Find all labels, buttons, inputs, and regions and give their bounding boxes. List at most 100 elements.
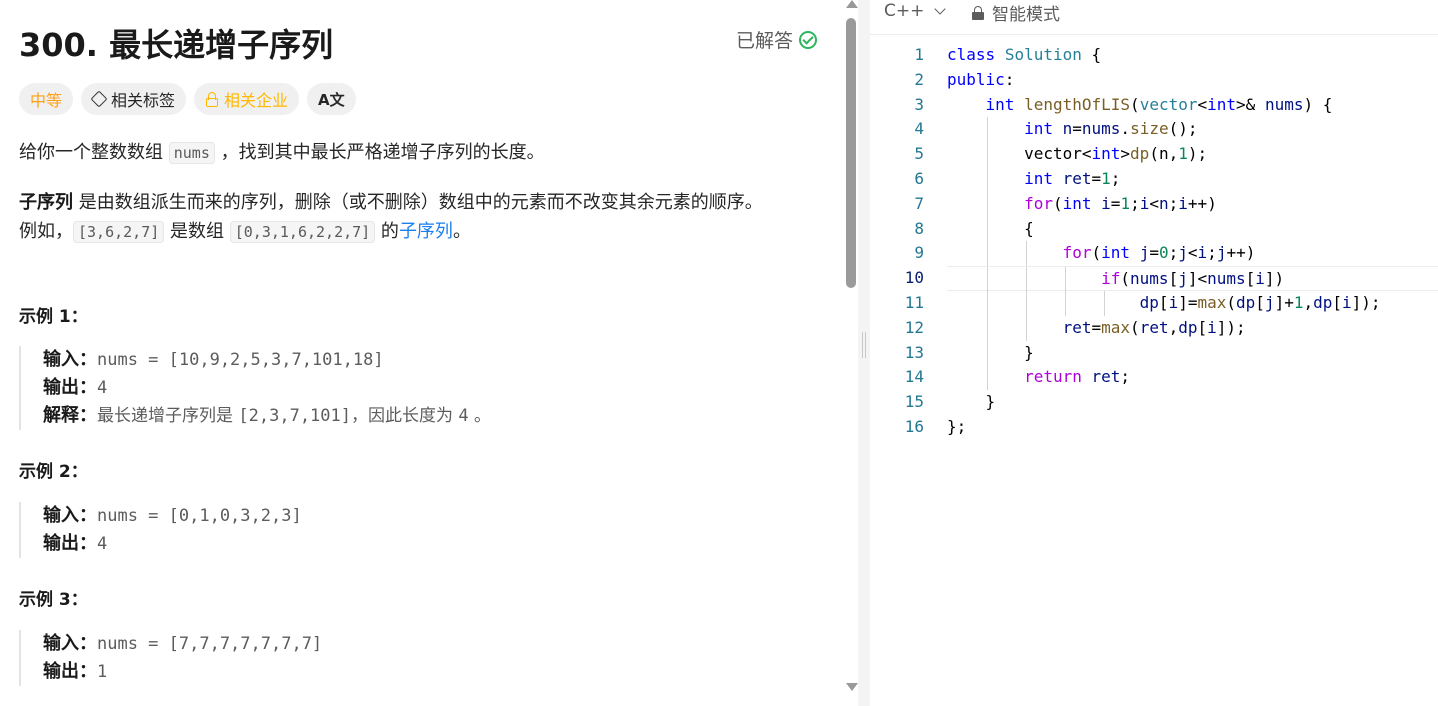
- example-3-block: 输入：nums = [7,7,7,7,7,7,7] 输出：1: [19, 630, 322, 686]
- code-line[interactable]: };: [947, 415, 1438, 440]
- line-number: 1: [914, 45, 924, 64]
- code-line-active[interactable]: if(nums[j]<nums[i]): [947, 266, 1438, 292]
- input-label: 输入：: [43, 349, 97, 370]
- line-number: 15: [904, 392, 924, 412]
- code-line[interactable]: dp[i]=max(dp[j]+1,dp[i]);: [947, 290, 1438, 316]
- scroll-thumb[interactable]: [846, 18, 856, 288]
- drag-handle-icon[interactable]: [862, 332, 866, 358]
- subsequence-link[interactable]: 子序列: [399, 221, 453, 242]
- related-companies-button[interactable]: 相关企业: [194, 83, 300, 115]
- editor-toolbar: C++ 智能模式: [870, 0, 1438, 35]
- line-number: 13: [904, 342, 924, 362]
- problem-title: 300. 最长递增子序列: [19, 26, 334, 64]
- output-label: 输出：: [43, 533, 97, 554]
- code-line[interactable]: }: [947, 390, 1438, 415]
- code-line[interactable]: {: [947, 216, 1438, 242]
- input-value: nums = [7,7,7,7,7,7,7]: [97, 634, 323, 654]
- desc-text: 。: [452, 221, 471, 242]
- tag-icon: [90, 90, 108, 108]
- scroll-up-arrow-icon[interactable]: [846, 0, 858, 8]
- example-1-block: 输入：nums = [10,9,2,5,3,7,101,18] 输出：4 解释：…: [19, 346, 491, 430]
- line-number: 2: [914, 69, 924, 89]
- explain-text: 。: [468, 406, 492, 426]
- code-line[interactable]: vector<int>dp(n,1);: [947, 142, 1438, 167]
- line-number: 16: [904, 416, 924, 436]
- desc-text: 是由数组派生而来的序列，删除（或不删除）数组中的元素而不改变其余元素的顺序。: [73, 192, 763, 213]
- code-line[interactable]: for(int i=1;i<n;i++): [947, 191, 1438, 217]
- line-number: 4: [914, 119, 924, 139]
- example-2-block: 输入：nums = [0,1,0,3,2,3] 输出：4: [19, 502, 302, 558]
- explain-text: ，因此长度为: [351, 406, 459, 426]
- input-value: nums = [0,1,0,3,2,3]: [97, 506, 302, 526]
- chevron-down-icon: [934, 2, 947, 15]
- desc-text: 是数组: [164, 221, 230, 242]
- language-select[interactable]: C++: [884, 1, 947, 21]
- description-line-3: 例如， [3,6,2,7] 是数组 [0,3,1,6,2,2,7] 的子序列。: [19, 217, 471, 247]
- desc-text: ，找到其中最长严格递增子序列的长度。: [214, 142, 545, 163]
- tag-bar: 中等 相关标签 相关企业 A文: [19, 83, 356, 115]
- output-value: 1: [97, 662, 108, 682]
- description-scrollbar[interactable]: [844, 0, 858, 706]
- explain-number: 4: [458, 406, 469, 426]
- desc-text: 例如，: [19, 221, 73, 242]
- line-number: 3: [914, 94, 924, 114]
- line-number: 12: [904, 317, 924, 337]
- line-number: 9: [914, 243, 924, 263]
- line-number: 7: [914, 193, 924, 213]
- related-tags-label: 相关标签: [111, 91, 176, 110]
- code-line[interactable]: }: [947, 340, 1438, 366]
- example-3-title: 示例 3：: [19, 590, 88, 610]
- solved-label: 已解答: [736, 30, 794, 52]
- output-value: 4: [97, 378, 108, 398]
- code-line[interactable]: int n=nums.size();: [947, 117, 1438, 143]
- related-companies-label: 相关企业: [224, 91, 289, 110]
- related-tags-button[interactable]: 相关标签: [81, 83, 187, 115]
- explain-label: 解释：: [43, 405, 97, 426]
- line-number: 5: [914, 144, 924, 164]
- code-line[interactable]: int ret=1;: [947, 166, 1438, 192]
- code-editor[interactable]: 1 class Solution { 2 public: 3 int lengthO…: [870, 43, 1438, 440]
- input-value: nums = [10,9,2,5,3,7,101,18]: [97, 350, 384, 370]
- input-label: 输入：: [43, 505, 97, 526]
- code-line[interactable]: ret=max(ret,dp[i]);: [947, 315, 1438, 341]
- description-line-2: 子序列 是由数组派生而来的序列，删除（或不删除）数组中的元素而不改变其余元素的顺…: [19, 188, 763, 218]
- desc-text: 给你一个整数数组: [19, 142, 169, 163]
- input-label: 输入：: [43, 633, 97, 654]
- code-panel: C++ 智能模式 1 class Solution { 2 public: 3 in…: [870, 0, 1438, 706]
- difficulty-tag[interactable]: 中等: [19, 83, 74, 115]
- code-line[interactable]: public:: [947, 68, 1438, 93]
- subsequence-term: 子序列: [19, 192, 73, 213]
- language-label: C++: [884, 1, 925, 21]
- code-line[interactable]: return ret;: [947, 365, 1438, 391]
- mode-label: 智能模式: [992, 5, 1060, 25]
- lock-icon: [205, 92, 219, 107]
- line-number: 11: [904, 292, 924, 312]
- line-number: 14: [904, 367, 924, 387]
- problem-panel: 300. 最长递增子序列 已解答 中等 相关标签 相关企业 A文 给你一个整数数…: [0, 0, 844, 706]
- example-1-title: 示例 1：: [19, 307, 88, 327]
- description-line-1: 给你一个整数数组 nums ，找到其中最长严格递增子序列的长度。: [19, 138, 545, 168]
- check-circle-icon: [799, 30, 818, 49]
- translate-icon: A文: [318, 90, 345, 109]
- inline-code: [3,6,2,7]: [73, 221, 165, 243]
- scroll-down-arrow-icon[interactable]: [846, 683, 858, 691]
- line-number: 10: [904, 268, 924, 288]
- lock-icon: [972, 5, 984, 20]
- code-line[interactable]: class Solution {: [947, 43, 1438, 68]
- translate-button[interactable]: A文: [307, 83, 356, 115]
- output-label: 输出：: [43, 377, 97, 398]
- solved-status: 已解答: [736, 26, 818, 53]
- line-number: 8: [914, 218, 924, 238]
- line-number: 6: [914, 168, 924, 188]
- example-2-title: 示例 2：: [19, 462, 88, 482]
- desc-text: 的: [375, 221, 399, 242]
- inline-code-nums: nums: [168, 142, 215, 164]
- output-value: 4: [97, 534, 108, 554]
- code-line[interactable]: for(int j=0;j<i;j++): [947, 241, 1438, 267]
- explain-text: 最长递增子序列是: [97, 406, 239, 426]
- code-line[interactable]: int lengthOfLIS(vector<int>& nums) {: [947, 93, 1438, 118]
- panel-splitter[interactable]: [858, 0, 870, 706]
- smart-mode-toggle[interactable]: 智能模式: [972, 0, 1060, 25]
- explain-code: [2,3,7,101]: [238, 406, 351, 426]
- inline-code: [0,3,1,6,2,2,7]: [229, 221, 376, 243]
